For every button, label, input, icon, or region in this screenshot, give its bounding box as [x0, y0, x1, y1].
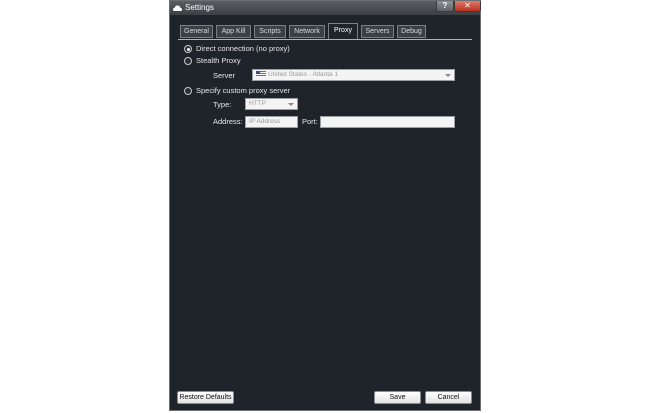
tab-scripts[interactable]: Scripts: [254, 25, 286, 38]
cancel-button[interactable]: Cancel: [425, 391, 472, 404]
save-button[interactable]: Save: [374, 391, 421, 404]
server-select[interactable]: United States - Atlanta 1: [252, 69, 455, 81]
tab-proxy[interactable]: Proxy: [328, 23, 358, 39]
custom-proxy-label: Specify custom proxy server: [196, 86, 291, 95]
port-input[interactable]: [320, 116, 455, 128]
restore-defaults-button[interactable]: Restore Defaults: [177, 391, 234, 404]
chevron-down-icon: [288, 103, 294, 106]
address-placeholder: IP Address: [249, 118, 281, 125]
settings-window: Settings ? ✕ General App Kill Scripts Ne…: [169, 0, 481, 411]
chevron-down-icon: [445, 74, 451, 77]
type-select[interactable]: HTTP: [245, 98, 298, 110]
window-title: Settings: [185, 3, 214, 12]
type-label: Type:: [213, 100, 232, 109]
address-input[interactable]: IP Address: [245, 116, 298, 128]
stealth-proxy-radio[interactable]: [184, 57, 192, 65]
direct-connection-radio[interactable]: [184, 45, 192, 53]
cloud-app-icon: [173, 5, 182, 11]
title-bar[interactable]: Settings ? ✕: [170, 1, 481, 15]
custom-proxy-radio[interactable]: [184, 87, 192, 95]
tab-bar: General App Kill Scripts Network Proxy S…: [178, 23, 472, 40]
tab-servers[interactable]: Servers: [361, 25, 394, 38]
address-label: Address:: [213, 117, 243, 126]
server-label: Server: [213, 71, 236, 80]
us-flag-icon: [256, 71, 266, 77]
help-button[interactable]: ?: [436, 1, 454, 12]
port-label: Port:: [302, 117, 318, 126]
stealth-proxy-label: Stealth Proxy: [196, 56, 241, 65]
server-value: United States - Atlanta 1: [268, 71, 339, 78]
tab-network[interactable]: Network: [289, 25, 325, 38]
tab-general[interactable]: General: [180, 25, 213, 38]
close-button[interactable]: ✕: [454, 1, 481, 12]
tab-app-kill[interactable]: App Kill: [216, 25, 251, 38]
tab-debug[interactable]: Debug: [397, 25, 426, 38]
direct-connection-label: Direct connection (no proxy): [196, 44, 290, 53]
type-value: HTTP: [249, 100, 266, 107]
